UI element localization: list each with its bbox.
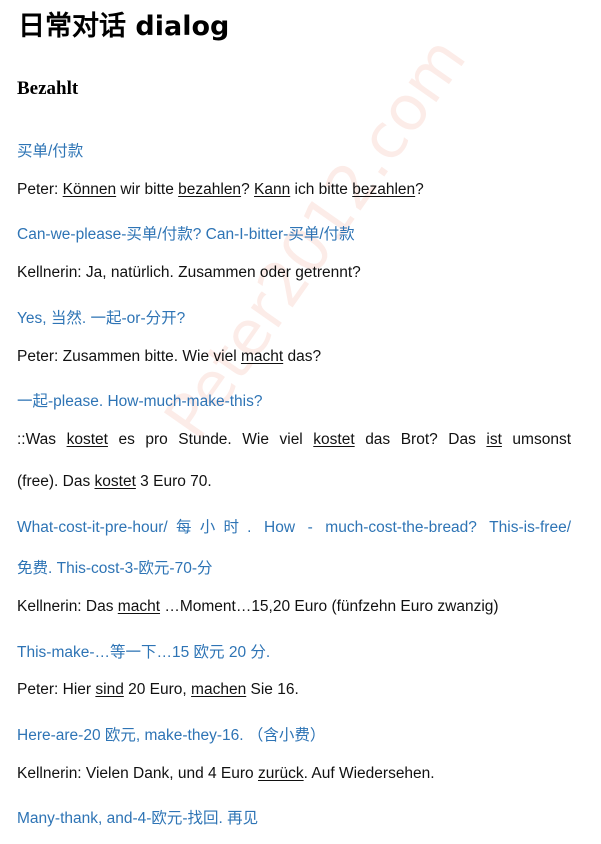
dialog-line: Kellnerin: Ja, natürlich. Zusammen oder … [17, 264, 361, 282]
underlined-word: zurück [257, 765, 304, 782]
text-run: 买单/付款 [17, 143, 84, 160]
dialog-line: Peter: Können wir bitte bezahlen? Kann i… [17, 181, 424, 199]
text-run: Many-thank, and-4-欧元-找回. 再见 [17, 810, 259, 827]
translation-line: Here-are-20 欧元, make-they-16. （含小费） [17, 723, 325, 745]
text-run: Peter: Hier [17, 681, 96, 698]
text-run: Can-we-please-买单/付款? Can-I-bitter-买单/付款 [17, 226, 355, 243]
text-run: Here-are-20 欧元, make-they-16. （含小费） [17, 727, 326, 744]
text-run: ich bitte [290, 181, 353, 198]
underlined-word: sind [95, 681, 124, 698]
translation-line: This-make-…等一下…15 欧元 20 分. [17, 640, 270, 662]
text-run: ? [415, 181, 424, 198]
text-run: 3 Euro 70. [135, 473, 212, 490]
text-run: umsonst [501, 431, 572, 448]
translation-line: 一起-please. How-much-make-this? [17, 389, 263, 411]
underlined-word: macht [240, 348, 284, 365]
text-run: 20 Euro, [123, 681, 192, 698]
underlined-word: bezahlen [352, 181, 416, 198]
text-run: Kellnerin: Ja, natürlich. Zusammen oder … [17, 264, 361, 281]
text-run: es pro Stunde. Wie viel [107, 431, 314, 448]
text-run: …Moment…15,20 Euro (fünfzehn Euro zwanzi… [160, 598, 499, 615]
underlined-word: bezahlen [178, 181, 242, 198]
section-heading: Bezahlt [17, 78, 79, 99]
underlined-word: ist [486, 431, 502, 448]
text-run: das? [283, 348, 322, 365]
text-run: . Auf Wiedersehen. [303, 765, 435, 782]
translation-line: Yes, 当然. 一起-or-分开? [17, 306, 185, 328]
text-run: Peter: [17, 181, 63, 198]
text-run: wir bitte [116, 181, 179, 198]
text-run: das Brot? Das [354, 431, 487, 448]
dialog-line: Peter: Zusammen bitte. Wie viel macht da… [17, 348, 321, 366]
dialog-line: Kellnerin: Das macht …Moment…15,20 Euro … [17, 598, 499, 616]
text-run: What-cost-it-pre-hour/每小时. How - much-co… [17, 519, 571, 536]
text-run: Kellnerin: Das [17, 598, 118, 615]
underlined-word: macht [117, 598, 161, 615]
dialog-line: ::Was kostet es pro Stunde. Wie viel kos… [17, 431, 571, 449]
text-run: Kellnerin: Vielen Dank, und 4 Euro [17, 765, 258, 782]
text-run: (free). Das [17, 473, 95, 490]
text-run: ::Was [17, 431, 67, 448]
text-run: 免费. This-cost-3-欧元-70-分 [17, 560, 213, 577]
dialog-line: (free). Das kostet 3 Euro 70. [17, 473, 212, 491]
dialog-line: Peter: Hier sind 20 Euro, machen Sie 16. [17, 681, 299, 699]
underlined-word: Kann [254, 181, 291, 198]
translation-line: 免费. This-cost-3-欧元-70-分 [17, 556, 213, 578]
page-title: 日常对话 dialog [18, 11, 230, 42]
translation-line: What-cost-it-pre-hour/每小时. How - much-co… [17, 515, 571, 537]
underlined-word: kostet [94, 473, 136, 490]
translation-line: 买单/付款 [17, 139, 83, 161]
text-run: Yes, 当然. 一起-or-分开? [17, 310, 186, 327]
translation-line: Can-we-please-买单/付款? Can-I-bitter-买单/付款 [17, 222, 355, 244]
underlined-word: kostet [66, 431, 108, 448]
text-run: Peter: Zusammen bitte. Wie viel [17, 348, 241, 365]
translation-line: Many-thank, and-4-欧元-找回. 再见 [17, 806, 258, 828]
text-run: ? [241, 181, 254, 198]
dialog-line: Kellnerin: Vielen Dank, und 4 Euro zurüc… [17, 765, 435, 783]
underlined-word: machen [191, 681, 247, 698]
text-run: Sie 16. [246, 681, 299, 698]
text-run: This-make-…等一下…15 欧元 20 分. [17, 644, 271, 661]
text-run: 一起-please. How-much-make-this? [17, 393, 263, 410]
underlined-word: kostet [313, 431, 355, 448]
underlined-word: Können [62, 181, 117, 198]
